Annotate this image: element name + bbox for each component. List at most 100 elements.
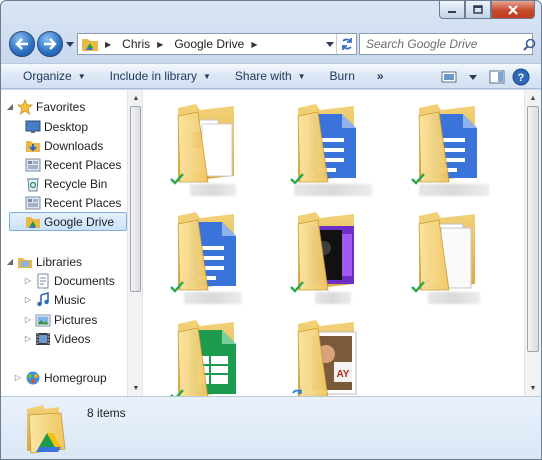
tree-item-recycle-bin[interactable]: Recycle Bin: [23, 174, 107, 193]
tree-item-desktop[interactable]: Desktop: [23, 117, 88, 136]
command-bar: Organize ▼ Include in library ▼ Share with…: [1, 63, 541, 89]
include-in-library-button[interactable]: Include in library ▼: [98, 65, 223, 87]
tree-label: Music: [54, 292, 86, 307]
tree-label: Libraries: [36, 254, 83, 269]
search-input[interactable]: [360, 35, 523, 53]
file-tile[interactable]: [274, 96, 384, 196]
chevron-right-icon[interactable]: ▶: [153, 40, 167, 49]
file-list: AY ▲ ▼: [144, 90, 541, 396]
burn-button[interactable]: Burn: [318, 65, 367, 87]
file-tile[interactable]: [154, 312, 264, 396]
close-icon[interactable]: [491, 1, 535, 19]
folder-icon: [297, 104, 356, 183]
expand-arrow-icon[interactable]: ▷: [23, 276, 33, 285]
tree-item-music[interactable]: ▷ Music: [23, 290, 85, 309]
tree-label: Videos: [54, 331, 91, 346]
tree-item-pictures[interactable]: ▷ Pictures: [23, 310, 97, 329]
breadcrumb-google-drive[interactable]: Google Drive ▶: [169, 34, 263, 54]
collapse-arrow-icon[interactable]: ◢: [5, 102, 15, 111]
sync-check-icon: [411, 280, 425, 296]
chevron-right-icon[interactable]: ▶: [247, 40, 261, 49]
file-tile[interactable]: [395, 96, 505, 196]
sync-check-icon: [170, 388, 184, 396]
collapse-arrow-icon[interactable]: ◢: [5, 257, 15, 266]
tree-item-recent-places[interactable]: Recent Places: [23, 155, 121, 174]
scroll-down-icon[interactable]: ▼: [128, 381, 142, 395]
chevron-right-icon[interactable]: ▶: [101, 40, 115, 49]
scrollbar-thumb[interactable]: [527, 106, 539, 352]
homegroup-icon: [25, 370, 41, 386]
content-panes: ◢ Favorites Desktop Downloads Recent Pla…: [1, 90, 541, 396]
favorites-star-icon: [17, 98, 33, 115]
tree-item-videos[interactable]: ▷ Videos: [23, 329, 91, 348]
tree-label: Documents: [54, 273, 115, 288]
file-name-redacted: [428, 292, 480, 304]
recent-pages-dropdown-icon[interactable]: [65, 40, 75, 48]
expand-arrow-icon[interactable]: ▷: [23, 315, 33, 324]
file-tile[interactable]: [395, 204, 505, 304]
search-icon[interactable]: [523, 34, 536, 54]
scroll-up-icon[interactable]: ▲: [128, 91, 142, 105]
navigation-pane: ◢ Favorites Desktop Downloads Recent Pla…: [1, 90, 143, 396]
svg-text:AY: AY: [337, 369, 350, 380]
file-name-redacted: [315, 292, 351, 304]
view-options-dropdown-icon[interactable]: [461, 66, 485, 88]
google-drive-folder-icon: [25, 403, 69, 455]
chevron-down-icon: ▼: [297, 71, 306, 81]
preview-pane-icon[interactable]: [485, 66, 509, 88]
chevron-down-icon: ▼: [77, 71, 86, 81]
tree-label: Desktop: [44, 119, 89, 134]
file-name-redacted: [294, 184, 372, 196]
navigation-row: ▶ Chris ▶ Google Drive ▶: [7, 29, 536, 59]
maximize-icon[interactable]: [465, 1, 491, 19]
scroll-down-icon[interactable]: ▼: [525, 381, 541, 395]
tree-homegroup[interactable]: ▷ Homegroup: [13, 368, 107, 387]
refresh-icon[interactable]: [336, 34, 356, 54]
help-icon[interactable]: ?: [509, 66, 533, 88]
music-icon: [35, 291, 51, 308]
tree-item-google-drive[interactable]: Google Drive: [9, 212, 127, 231]
recycle-bin-icon: [25, 176, 41, 192]
share-with-button[interactable]: Share with ▼: [223, 65, 318, 87]
organize-button[interactable]: Organize ▼: [11, 65, 98, 87]
search-box[interactable]: [359, 33, 536, 55]
expand-arrow-icon[interactable]: ▷: [23, 295, 33, 304]
recent-places-icon: [25, 195, 41, 211]
scroll-up-icon[interactable]: ▲: [525, 91, 541, 105]
more-commands-button[interactable]: »: [367, 65, 394, 87]
tree-item-recent-places-2[interactable]: Recent Places: [23, 193, 121, 212]
tree-libraries[interactable]: ◢ Libraries: [5, 252, 82, 271]
sync-check-icon: [290, 280, 304, 296]
tree-item-documents[interactable]: ▷ Documents: [23, 271, 115, 290]
tree-label: Google Drive: [44, 214, 115, 229]
file-tile[interactable]: AY: [274, 312, 384, 396]
address-bar[interactable]: ▶ Chris ▶ Google Drive ▶: [77, 33, 357, 55]
change-view-icon[interactable]: [437, 66, 461, 88]
tree-label: Favorites: [36, 99, 86, 114]
folder-icon: [297, 212, 354, 291]
sync-arrows-icon: [290, 388, 304, 396]
minimize-icon[interactable]: [439, 1, 465, 19]
file-tile[interactable]: [274, 204, 384, 304]
downloads-icon: [25, 138, 41, 154]
expand-arrow-icon[interactable]: ▷: [13, 373, 23, 382]
folder-icon: [418, 212, 475, 291]
back-arrow-icon[interactable]: [9, 31, 35, 57]
file-tile[interactable]: [154, 96, 264, 196]
folder-icon: AY: [297, 320, 357, 396]
navigation-scrollbar[interactable]: ▲ ▼: [127, 90, 142, 396]
scrollbar-thumb[interactable]: [130, 106, 141, 292]
expand-arrow-icon[interactable]: ▷: [23, 334, 33, 343]
tree-favorites[interactable]: ◢ Favorites: [5, 97, 85, 116]
organize-label: Organize: [23, 69, 72, 83]
file-tile[interactable]: [154, 204, 264, 304]
folder-icon: [177, 320, 236, 396]
file-list-scrollbar[interactable]: ▲ ▼: [524, 90, 541, 396]
forward-arrow-icon[interactable]: [37, 31, 63, 57]
tree-item-downloads[interactable]: Downloads: [23, 136, 103, 155]
breadcrumb-chris[interactable]: Chris ▶: [117, 34, 169, 54]
address-dropdown-icon[interactable]: [322, 34, 336, 54]
share-with-label: Share with: [234, 69, 292, 83]
libraries-icon: [17, 254, 33, 270]
breadcrumb-label: Google Drive: [174, 37, 245, 51]
